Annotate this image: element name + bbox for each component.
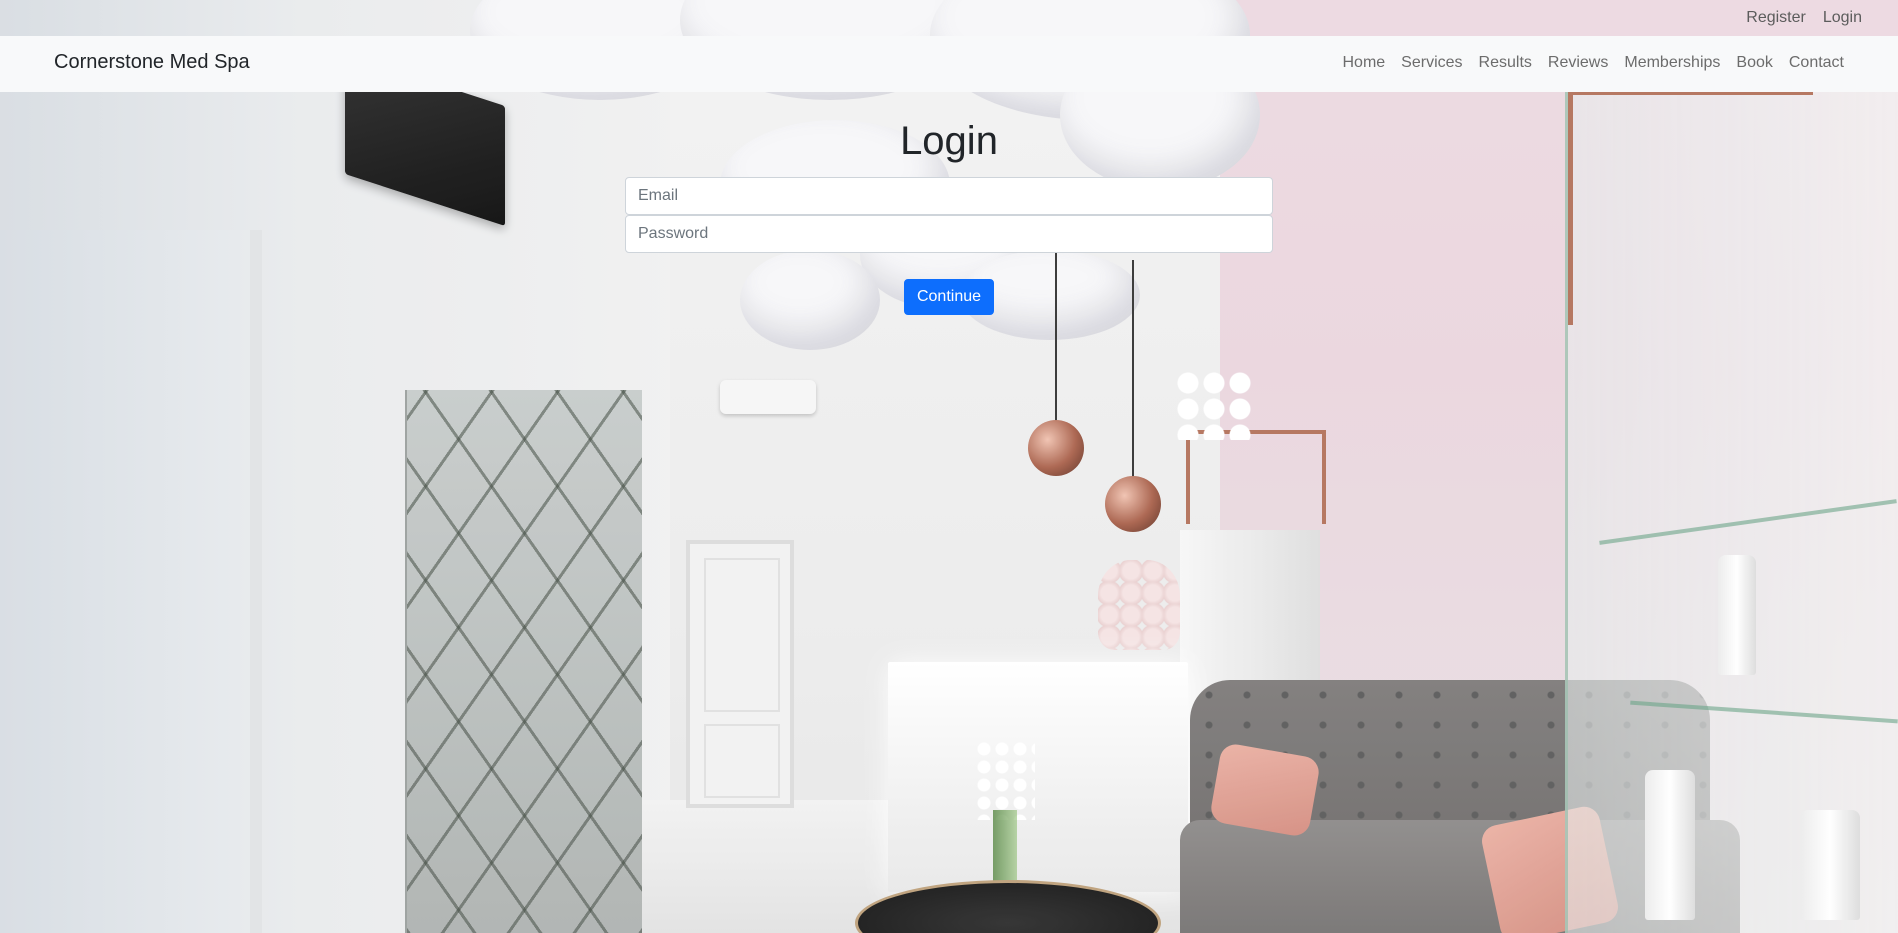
top-utility-bar: Register Login — [0, 0, 1898, 36]
account-links: Register Login — [1746, 9, 1862, 27]
nav-home[interactable]: Home — [1342, 54, 1385, 72]
nav-book[interactable]: Book — [1736, 54, 1772, 72]
login-form: Login Continue — [625, 117, 1273, 315]
main-navbar: Cornerstone Med Spa Home Services Result… — [0, 36, 1898, 92]
password-field[interactable] — [625, 215, 1273, 253]
register-link[interactable]: Register — [1746, 9, 1806, 27]
nav-services[interactable]: Services — [1401, 54, 1462, 72]
nav-results[interactable]: Results — [1479, 54, 1532, 72]
email-field[interactable] — [625, 177, 1273, 215]
login-link[interactable]: Login — [1823, 9, 1862, 27]
nav-menu: Home Services Results Reviews Membership… — [1342, 54, 1844, 72]
nav-memberships[interactable]: Memberships — [1624, 54, 1720, 72]
continue-button[interactable]: Continue — [903, 279, 995, 315]
page-title: Login — [900, 119, 998, 163]
nav-contact[interactable]: Contact — [1789, 54, 1844, 72]
brand-logo-text[interactable]: Cornerstone Med Spa — [54, 51, 250, 74]
nav-reviews[interactable]: Reviews — [1548, 54, 1608, 72]
